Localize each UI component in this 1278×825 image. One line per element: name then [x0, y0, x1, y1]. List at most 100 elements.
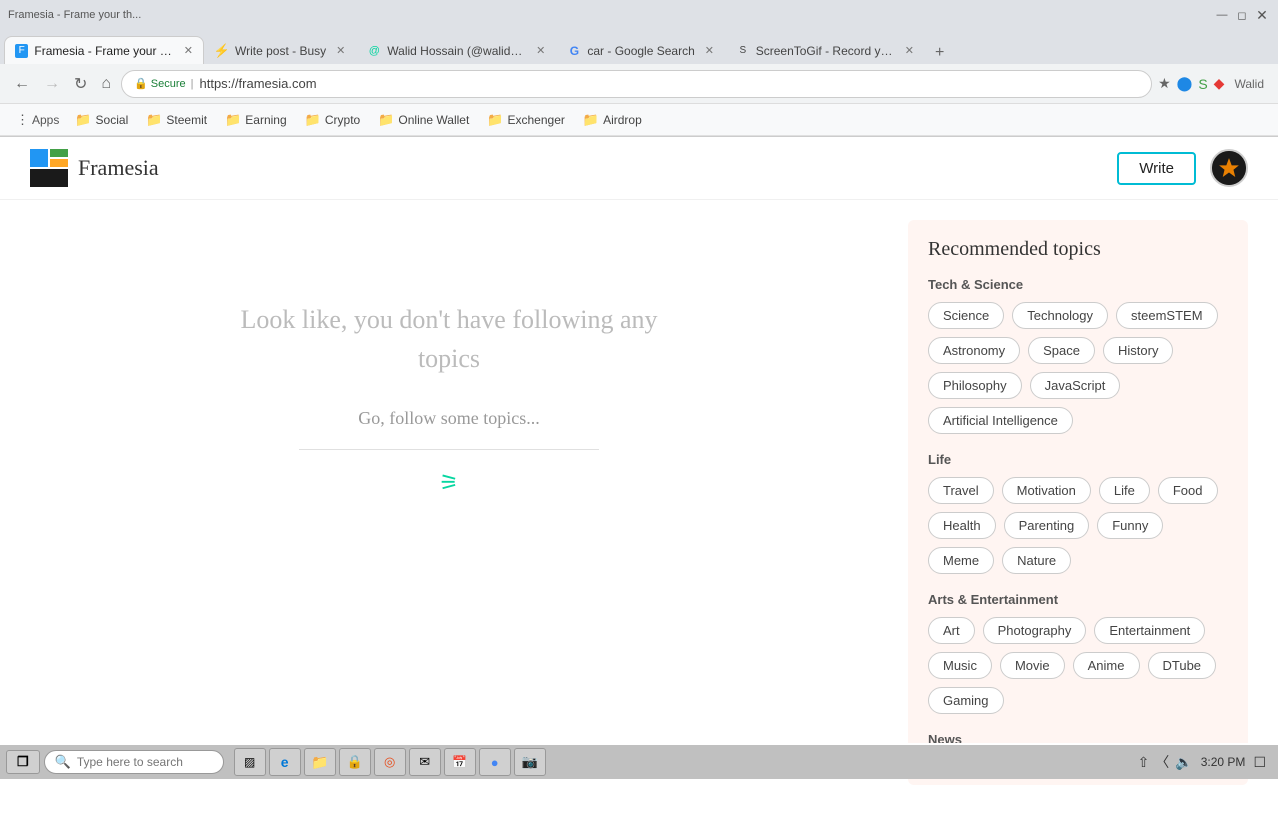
tab-label-framesia: Framesia - Frame your th...	[34, 44, 173, 58]
section-tech-science: Tech & Science Science Technology steemS…	[928, 277, 1228, 434]
bookmark-exchenger[interactable]: 📁 Exchenger	[479, 109, 573, 131]
network-icon[interactable]: 〈	[1155, 752, 1169, 772]
bookmark-label: Exchenger	[508, 113, 565, 127]
taskbar-search-box[interactable]: 🔍	[44, 750, 224, 774]
taskbar-search-input[interactable]	[77, 755, 213, 769]
user-avatar[interactable]	[1210, 149, 1248, 187]
bookmark-airdrop[interactable]: 📁 Airdrop	[575, 109, 650, 131]
taskview-button[interactable]: ▨	[234, 748, 266, 776]
tag-entertainment[interactable]: Entertainment	[1094, 617, 1205, 644]
tag-gaming[interactable]: Gaming	[928, 687, 1004, 714]
edge-browser-button[interactable]: e	[269, 748, 301, 776]
start-button[interactable]: ❐	[6, 750, 40, 774]
bookmark-apps[interactable]: ⋮ Apps	[10, 109, 65, 131]
right-sidebar: Recommended topics Tech & Science Scienc…	[908, 220, 1248, 805]
taskbar-right: ⇧ 〈 🔈 3:20 PM ☐	[1138, 752, 1272, 772]
content-divider	[299, 449, 599, 450]
extension-button-3[interactable]: ◆	[1214, 75, 1225, 92]
tag-travel[interactable]: Travel	[928, 477, 994, 504]
tag-food[interactable]: Food	[1158, 477, 1218, 504]
tag-steemstem[interactable]: steemSTEM	[1116, 302, 1218, 329]
tag-history[interactable]: History	[1103, 337, 1173, 364]
bookmark-earning[interactable]: 📁 Earning	[217, 109, 295, 131]
tab-close-walid[interactable]: ✕	[536, 44, 545, 57]
tab-close-screentogif[interactable]: ✕	[905, 44, 914, 57]
tab-label-google: car - Google Search	[587, 44, 694, 58]
bookmark-steemit[interactable]: 📁 Steemit	[138, 109, 215, 131]
bookmark-star-button[interactable]: ★	[1158, 75, 1171, 92]
tag-life[interactable]: Life	[1099, 477, 1150, 504]
back-button[interactable]: ←	[10, 71, 34, 97]
tag-space[interactable]: Space	[1028, 337, 1095, 364]
write-button[interactable]: Write	[1117, 152, 1196, 185]
tag-funny[interactable]: Funny	[1097, 512, 1163, 539]
tab-close-busy[interactable]: ✕	[336, 44, 345, 57]
tag-philosophy[interactable]: Philosophy	[928, 372, 1022, 399]
tab-favicon-walid: @	[367, 44, 381, 58]
taskbar-search-icon: 🔍	[55, 754, 71, 770]
volume-icon[interactable]: 🔈	[1175, 754, 1192, 771]
tab-close-framesia[interactable]: ✕	[184, 44, 193, 57]
tab-framesia[interactable]: F Framesia - Frame your th... ✕	[4, 36, 204, 64]
tag-nature[interactable]: Nature	[1002, 547, 1071, 574]
minimize-button[interactable]: —	[1214, 7, 1230, 23]
tab-walid[interactable]: @ Walid Hossain (@walid3... ✕	[356, 36, 556, 64]
chevron-up-icon[interactable]: ⇧	[1138, 754, 1150, 771]
tab-close-google[interactable]: ✕	[705, 44, 714, 57]
tag-meme[interactable]: Meme	[928, 547, 994, 574]
tag-dtube[interactable]: DTube	[1148, 652, 1217, 679]
file-explorer-button[interactable]: 📁	[304, 748, 336, 776]
tab-busy[interactable]: ⚡ Write post - Busy ✕	[204, 36, 356, 64]
tag-anime[interactable]: Anime	[1073, 652, 1140, 679]
home-button[interactable]: ⌂	[97, 71, 115, 97]
camera-button[interactable]: 📷	[514, 748, 546, 776]
social-button[interactable]: 📅	[444, 748, 476, 776]
apps-grid-icon: ⋮	[16, 112, 29, 128]
framesia-logo-icon	[30, 149, 68, 187]
tab-favicon-screentogif: S	[736, 44, 750, 58]
tag-movie[interactable]: Movie	[1000, 652, 1065, 679]
bookmark-social[interactable]: 📁 Social	[67, 109, 136, 131]
site-logo-text: Framesia	[78, 155, 159, 181]
tag-technology[interactable]: Technology	[1012, 302, 1108, 329]
tab-favicon-busy: ⚡	[215, 44, 229, 58]
system-clock[interactable]: 3:20 PM	[1201, 755, 1246, 769]
main-layout: Look like, you don't have following any …	[0, 200, 1278, 825]
tag-science[interactable]: Science	[928, 302, 1004, 329]
extension-button-2[interactable]: S	[1198, 76, 1207, 92]
folder-icon: 📁	[225, 112, 241, 128]
tag-photography[interactable]: Photography	[983, 617, 1087, 644]
tag-javascript[interactable]: JavaScript	[1030, 372, 1121, 399]
bookmark-online-wallet[interactable]: 📁 Online Wallet	[370, 109, 477, 131]
tab-google[interactable]: G car - Google Search ✕	[556, 36, 725, 64]
bookmark-label: Crypto	[325, 113, 360, 127]
new-tab-button[interactable]: +	[929, 42, 950, 64]
reload-button[interactable]: ↻	[70, 70, 91, 98]
topic-tags-life: Travel Motivation Life Food Health Paren…	[928, 477, 1228, 574]
tag-astronomy[interactable]: Astronomy	[928, 337, 1020, 364]
site-header: Framesia Write	[0, 137, 1278, 200]
bookmark-crypto[interactable]: 📁 Crypto	[297, 109, 369, 131]
forward-button[interactable]: →	[40, 71, 64, 97]
tag-music[interactable]: Music	[928, 652, 992, 679]
lock-button[interactable]: 🔒	[339, 748, 371, 776]
tag-motivation[interactable]: Motivation	[1002, 477, 1091, 504]
tag-ai[interactable]: Artificial Intelligence	[928, 407, 1073, 434]
tab-screentogif[interactable]: S ScreenToGif - Record yo... ✕	[725, 36, 925, 64]
page-content: Framesia Write Look like, you don't have…	[0, 137, 1278, 825]
url-bar[interactable]: 🔒 Secure | https://framesia.com	[121, 70, 1152, 98]
tag-parenting[interactable]: Parenting	[1004, 512, 1090, 539]
tag-art[interactable]: Art	[928, 617, 975, 644]
follow-hint: Go, follow some topics...	[358, 408, 540, 429]
folder-icon: 📁	[583, 112, 599, 128]
tag-health[interactable]: Health	[928, 512, 996, 539]
maximize-button[interactable]: ◻	[1234, 7, 1250, 23]
close-button[interactable]: ✕	[1254, 7, 1270, 23]
recommended-box: Recommended topics Tech & Science Scienc…	[908, 220, 1248, 785]
tab-label-screentogif: ScreenToGif - Record yo...	[756, 44, 895, 58]
notifications-icon[interactable]: ☐	[1253, 754, 1266, 771]
mail-button[interactable]: ✉	[409, 748, 441, 776]
extension-button-1[interactable]: ⬤	[1177, 75, 1193, 92]
chrome-button[interactable]: ●	[479, 748, 511, 776]
firefox-button[interactable]: ◎	[374, 748, 406, 776]
